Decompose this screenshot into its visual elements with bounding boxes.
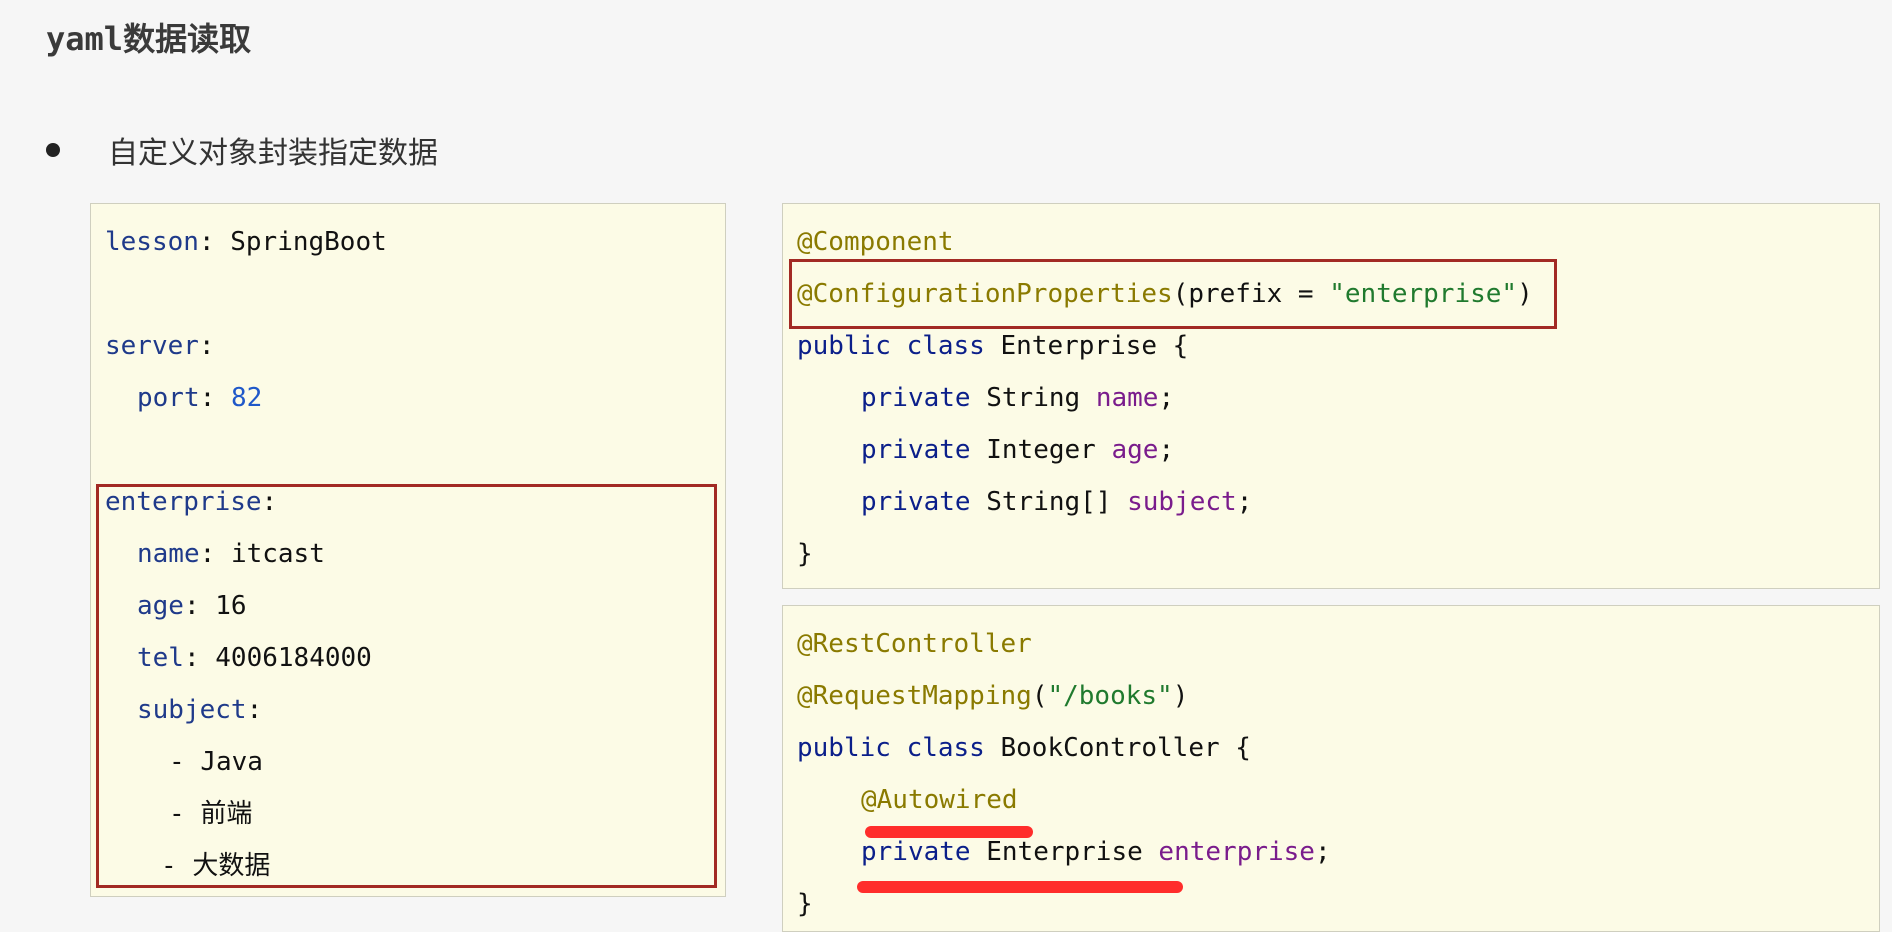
bullet-point: 自定义对象封装指定数据 xyxy=(46,128,438,172)
code-line-class-declaration: public class BookController { xyxy=(797,733,1251,763)
yaml-line-server: server: xyxy=(105,331,215,361)
code-line-close-brace: } xyxy=(797,539,813,569)
controller-code-panel: @RestController @RequestMapping("/books"… xyxy=(782,605,1880,932)
code-line-field: private String[] subject; xyxy=(861,487,1253,517)
enterprise-highlight-box xyxy=(96,484,717,888)
yaml-code-panel: lesson: SpringBoot server: port: 82 ente… xyxy=(90,203,726,897)
code-line-enterprise-field: private Enterprise enterprise; xyxy=(861,837,1331,867)
enterprise-code-panel: @Component @ConfigurationProperties(pref… xyxy=(782,203,1880,589)
code-line-rest-controller: @RestController xyxy=(797,629,1032,659)
yaml-line-port: port: 82 xyxy=(137,383,263,413)
code-line-autowired: @Autowired xyxy=(861,785,1018,815)
code-line-class-declaration: public class Enterprise { xyxy=(797,331,1189,361)
yaml-line-lesson: lesson: SpringBoot xyxy=(105,227,387,257)
page-title: yaml数据读取 xyxy=(46,20,252,58)
configuration-properties-highlight-box xyxy=(789,259,1557,329)
code-line-field: private Integer age; xyxy=(861,435,1175,465)
bullet-dot-icon xyxy=(46,143,60,157)
code-line-close-brace: } xyxy=(797,889,813,919)
code-line-request-mapping: @RequestMapping("/books") xyxy=(797,681,1189,711)
code-line-field: private String name; xyxy=(861,383,1175,413)
underline-scribble xyxy=(857,881,1183,893)
code-line-component: @Component xyxy=(797,227,954,257)
bullet-text: 自定义对象封装指定数据 xyxy=(108,136,438,171)
